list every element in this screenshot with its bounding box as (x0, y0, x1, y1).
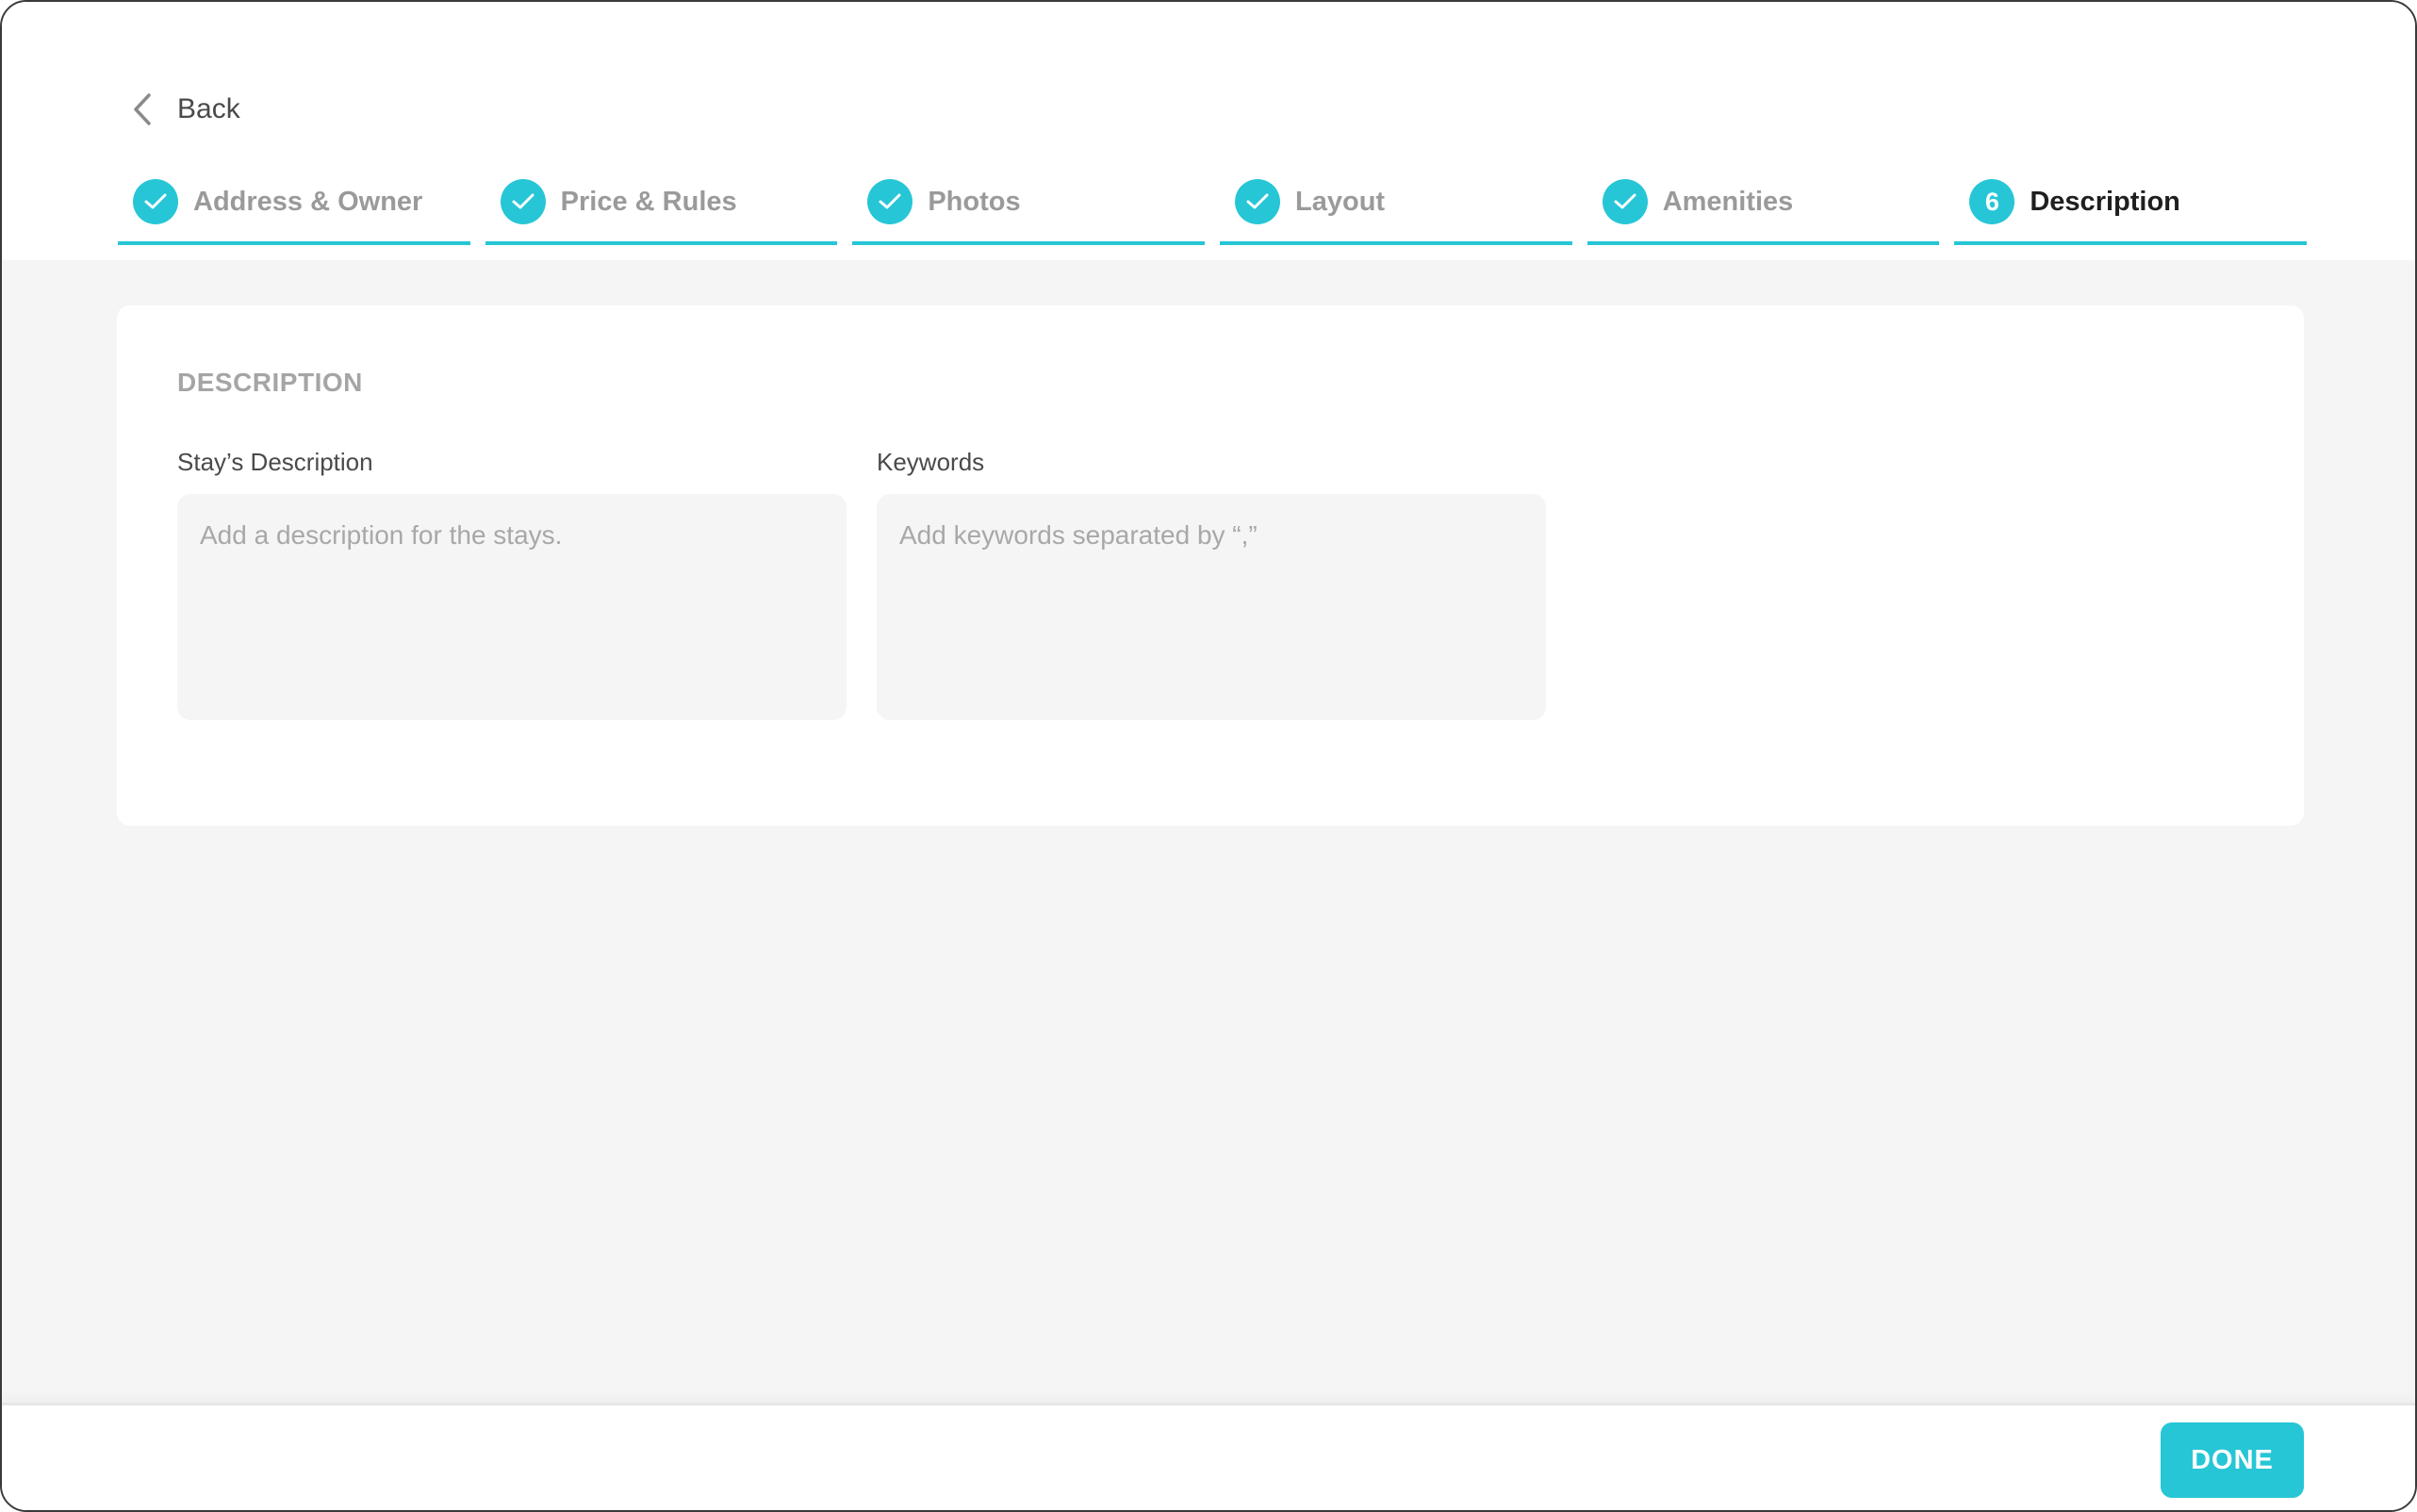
step-label: Amenities (1662, 186, 1794, 217)
check-icon (133, 179, 178, 224)
check-icon (500, 179, 546, 224)
step-layout[interactable]: Layout (1220, 168, 1572, 245)
step-label: Address & Owner (193, 186, 423, 217)
footer-bar: DONE (2, 1403, 2415, 1510)
keywords-field-group: Keywords (877, 445, 1546, 725)
back-button[interactable]: Back (132, 85, 240, 134)
back-label: Back (177, 93, 240, 124)
app-window: Back Address & Owner Price & Rules Photo… (0, 0, 2417, 1512)
chevron-left-icon (132, 92, 153, 126)
check-icon (867, 179, 913, 224)
check-icon (1602, 179, 1648, 224)
section-title: DESCRIPTION (177, 368, 363, 397)
header: Back Address & Owner Price & Rules Photo… (2, 2, 2415, 260)
check-icon (1235, 179, 1281, 224)
step-description[interactable]: 6 Description (1954, 168, 2308, 245)
stepper: Address & Owner Price & Rules Photos Lay… (118, 168, 2308, 245)
done-button[interactable]: DONE (2161, 1422, 2304, 1498)
step-address-owner[interactable]: Address & Owner (118, 168, 470, 245)
step-label: Photos (928, 186, 1021, 217)
description-card: DESCRIPTION Stay’s Description Keywords (117, 305, 2304, 826)
step-label: Layout (1295, 186, 1386, 217)
step-number-badge: 6 (1969, 179, 2015, 224)
keywords-input[interactable] (877, 494, 1546, 720)
step-amenities[interactable]: Amenities (1587, 168, 1940, 245)
description-label: Stay’s Description (177, 448, 373, 476)
step-label: Description (2030, 186, 2180, 217)
keywords-label: Keywords (877, 448, 985, 476)
step-price-rules[interactable]: Price & Rules (485, 168, 838, 245)
description-field-group: Stay’s Description (177, 445, 847, 725)
description-input[interactable] (177, 494, 847, 720)
step-label: Price & Rules (560, 186, 737, 217)
step-photos[interactable]: Photos (852, 168, 1206, 245)
